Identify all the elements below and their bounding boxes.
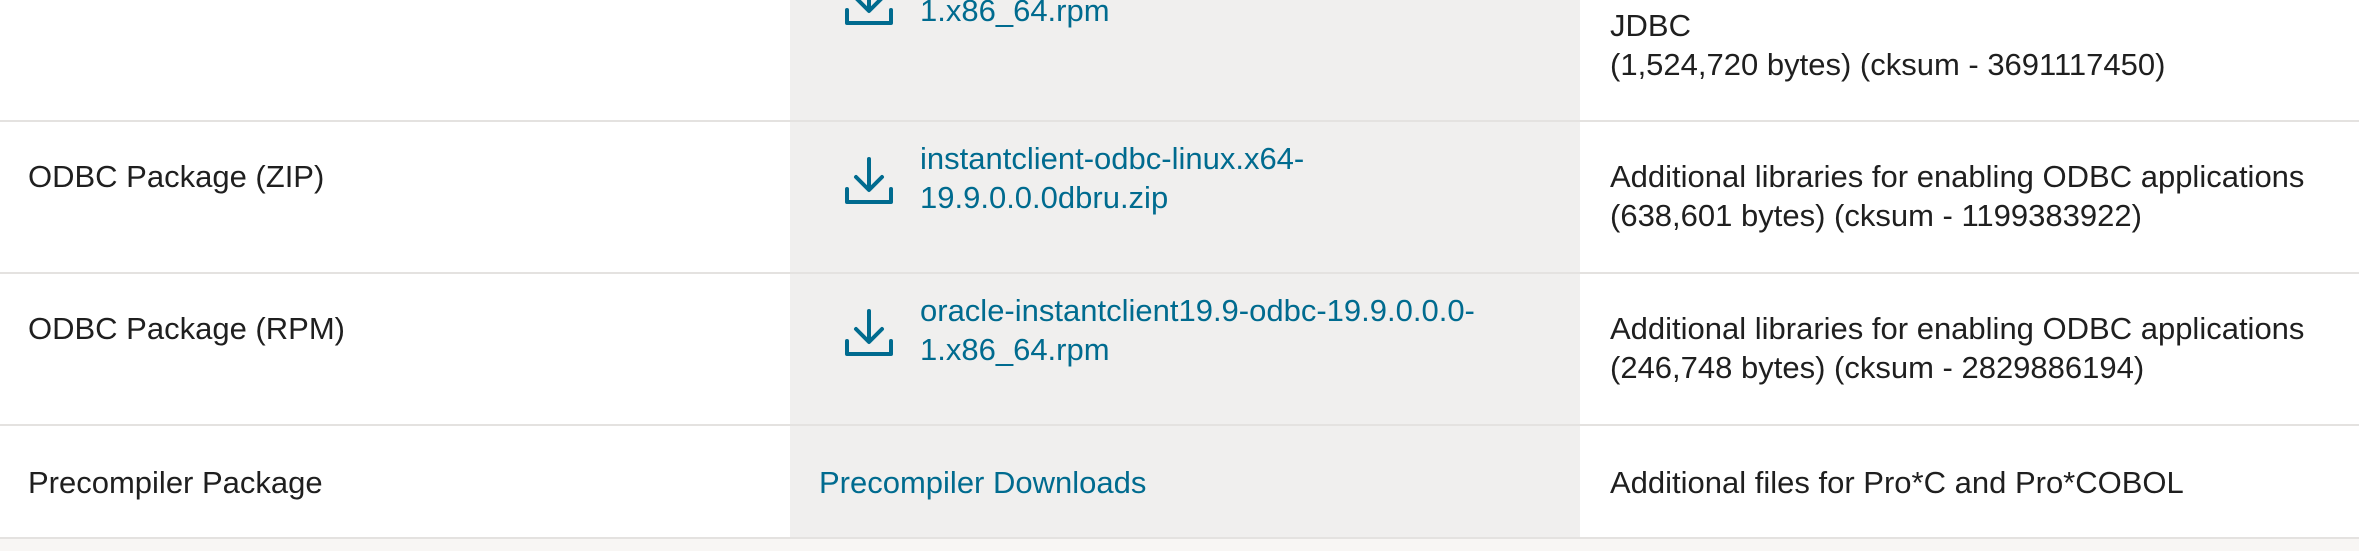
package-size: (638,601 bytes) (cksum - 1199383922) xyxy=(1610,198,2142,233)
table-footer-band xyxy=(0,537,2359,551)
precompiler-downloads-link[interactable]: Precompiler Downloads xyxy=(819,463,1146,502)
package-size: (1,524,720 bytes) (cksum - 3691117450) xyxy=(1610,47,2166,82)
download-icon[interactable] xyxy=(842,155,896,209)
download-link[interactable]: 1.x86_64.rpm xyxy=(920,0,1110,30)
download-icon[interactable] xyxy=(842,0,896,30)
package-name: ODBC Package (ZIP) xyxy=(28,159,325,194)
download-link[interactable]: instantclient-odbc-linux.x64- xyxy=(920,139,1304,178)
package-size: (246,748 bytes) (cksum - 2829886194) xyxy=(1610,350,2145,385)
table-row: ODBC Package (RPM) oracle-instantclient1… xyxy=(0,274,2359,424)
table-row: ODBC Package (ZIP) instantclient-odbc-li… xyxy=(0,122,2359,272)
download-link-continued[interactable]: 1.x86_64.rpm xyxy=(920,330,1110,369)
package-description: Additional libraries for enabling ODBC a… xyxy=(1610,311,2305,346)
download-icon[interactable] xyxy=(842,307,896,361)
package-name: ODBC Package (RPM) xyxy=(28,311,345,346)
table-row-partial: 1.x86_64.rpm JDBC (1,524,720 bytes) (cks… xyxy=(0,0,2359,120)
package-description: JDBC xyxy=(1610,8,1691,43)
downloads-table: 1.x86_64.rpm JDBC (1,524,720 bytes) (cks… xyxy=(0,0,2359,551)
package-name: Precompiler Package xyxy=(28,465,323,500)
package-description: Additional files for Pro*C and Pro*COBOL xyxy=(1610,465,2184,500)
download-link-continued[interactable]: 19.9.0.0.0dbru.zip xyxy=(920,178,1168,217)
download-link[interactable]: oracle-instantclient19.9-odbc-19.9.0.0.0… xyxy=(920,291,1475,330)
table-row: Precompiler Package Precompiler Download… xyxy=(0,426,2359,537)
package-description: Additional libraries for enabling ODBC a… xyxy=(1610,159,2305,194)
